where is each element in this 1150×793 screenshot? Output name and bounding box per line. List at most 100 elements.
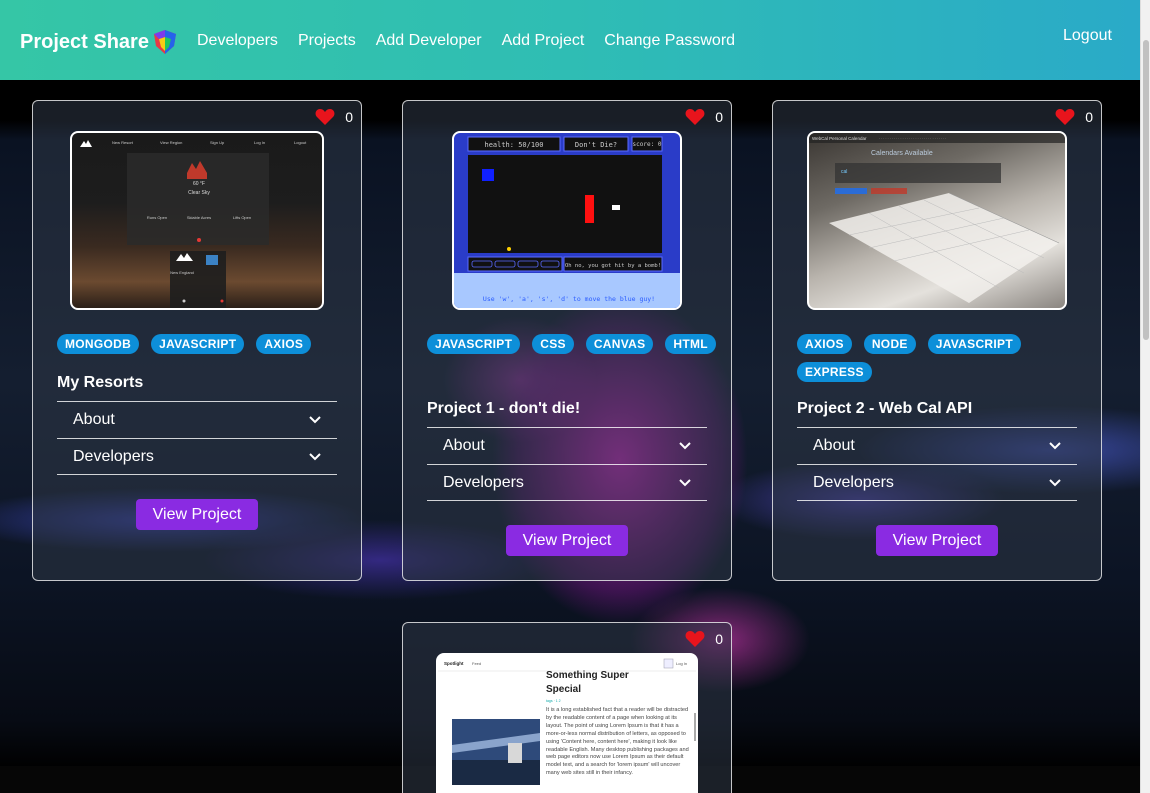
svg-text:View Region: View Region [160,140,182,145]
brand[interactable]: Project Share [20,29,177,55]
svg-text:New England: New England [170,270,194,275]
heart-icon[interactable] [685,630,705,648]
tag-list: AXIOS NODE JAVASCRIPT EXPRESS [797,334,1087,382]
nav-add-developer[interactable]: Add Developer [376,32,482,50]
navbar: Project Share Developers Projects Add De… [0,0,1140,80]
svg-text:New Resort: New Resort [112,140,134,145]
tag-badge: CSS [532,334,574,354]
like-count: 0 [715,631,723,647]
tag-badge: NODE [863,334,916,354]
chevron-down-icon [1049,442,1061,450]
heart-icon[interactable] [315,108,335,126]
project-accordion: About Developers [797,427,1077,501]
developers-label: Developers [443,473,524,491]
tag-badge: CANVAS [585,334,654,354]
about-toggle[interactable]: About [797,427,1077,464]
shield-logo-icon [153,30,176,54]
about-toggle[interactable]: About [427,427,707,464]
developers-label: Developers [73,447,154,465]
tag-badge: JAVASCRIPT [927,334,1021,354]
svg-text:· · · · · · · · · · · · · · ·: · · · · · · · · · · · · · · · · · · · · … [879,137,946,141]
svg-text:Don't Die?: Don't Die? [575,141,617,149]
tag-badge: JAVASCRIPT [151,334,245,354]
svg-text:Skiable Acres: Skiable Acres [187,215,211,220]
tag-badge: JAVASCRIPT [427,334,521,354]
thumbnail-image: New Resort View Region Sign Up Log In Lo… [80,140,307,308]
like-control[interactable]: 0 [685,630,723,648]
project-thumbnail[interactable]: Spotlight Feed Log In Something Super Sp… [436,653,698,793]
tag-badge: EXPRESS [797,362,872,382]
logout-link[interactable]: Logout [1063,27,1112,45]
project-accordion: About Developers [427,427,707,501]
svg-text:score: 0: score: 0 [633,141,662,148]
project-title: Project 2 - Web Cal API [797,400,973,417]
project-thumbnail[interactable]: New Resort View Region Sign Up Log In Lo… [70,131,324,310]
svg-text:WebCal Personal Calendar: WebCal Personal Calendar [812,136,867,141]
chevron-down-icon [309,452,321,460]
svg-text:Spotlight: Spotlight [444,661,464,666]
svg-text:Calendars Available: Calendars Available [871,150,933,157]
tag-badge: HTML [665,334,716,354]
svg-text:Logout: Logout [294,140,307,145]
project-accordion: About Developers [57,401,337,475]
view-project-button[interactable]: View Project [506,525,628,556]
nav-links: Developers Projects Add Developer Add Pr… [197,32,735,50]
svg-text:Lifts Open: Lifts Open [233,215,251,220]
like-control[interactable]: 0 [1055,108,1093,126]
tag-badge: MONGODB [57,334,140,354]
project-card: 0 New Resort View Region Sign Up Log In … [32,100,362,581]
thumbnail-image: WebCal Personal Calendar · · · · · · · ·… [809,133,1065,303]
svg-text:Something Super: Something Super [546,670,629,681]
scrollbar-thumb[interactable] [1143,40,1149,340]
view-project-button[interactable]: View Project [876,525,998,556]
project-title: Project 1 - don't die! [427,400,581,417]
developers-toggle[interactable]: Developers [797,464,1077,501]
project-card: 0 WebCal Personal Calendar · · · · · · ·… [772,100,1102,581]
tag-list: MONGODB JAVASCRIPT AXIOS [57,334,347,354]
svg-text:Sign Up: Sign Up [210,140,225,145]
like-count: 0 [1085,109,1093,125]
chevron-down-icon [309,416,321,424]
like-control[interactable]: 0 [685,108,723,126]
tag-list: JAVASCRIPT CSS CANVAS HTML [427,334,717,354]
svg-text:Feed: Feed [472,661,481,666]
like-count: 0 [715,109,723,125]
nav-developers[interactable]: Developers [197,32,278,50]
svg-text:tags · 1 2: tags · 1 2 [546,699,561,703]
like-control[interactable]: 0 [315,108,353,126]
chevron-down-icon [679,442,691,450]
project-card: 0 health: 50/100 Don't Die? score: 0 Oh … [402,100,732,581]
svg-text:Runs Open: Runs Open [147,215,167,220]
thumbnail-image: health: 50/100 Don't Die? score: 0 Oh no… [454,136,680,308]
thumbnail-image: Spotlight Feed Log In Something Super Sp… [438,658,696,785]
about-label: About [73,411,115,428]
tag-badge: AXIOS [797,334,852,354]
svg-text:Log In: Log In [676,661,687,666]
about-label: About [813,437,855,454]
page-scrollbar[interactable] [1140,0,1150,793]
nav-projects[interactable]: Projects [298,32,356,50]
svg-text:cal: cal [841,169,847,175]
developers-label: Developers [813,473,894,491]
brand-name[interactable]: Project Share [20,31,149,54]
about-label: About [443,437,485,454]
tag-badge: AXIOS [256,334,312,354]
svg-text:Clear Sky: Clear Sky [188,190,210,196]
project-thumbnail[interactable]: health: 50/100 Don't Die? score: 0 Oh no… [452,131,682,310]
heart-icon[interactable] [685,108,705,126]
svg-text:60 °F: 60 °F [193,181,205,187]
project-thumbnail[interactable]: WebCal Personal Calendar · · · · · · · ·… [807,131,1067,310]
project-card: 0 Spotlight Feed Log In Something Super … [402,622,732,793]
developers-toggle[interactable]: Developers [57,438,337,475]
heart-icon[interactable] [1055,108,1075,126]
nav-change-password[interactable]: Change Password [604,32,735,50]
chevron-down-icon [1049,478,1061,486]
view-project-button[interactable]: View Project [136,499,258,530]
like-count: 0 [345,109,353,125]
developers-toggle[interactable]: Developers [427,464,707,501]
nav-add-project[interactable]: Add Project [502,32,585,50]
svg-text:Log In: Log In [254,140,265,145]
svg-text:Use 'w', 'a', 's', 'd' to move: Use 'w', 'a', 's', 'd' to move the blue … [483,295,655,303]
about-toggle[interactable]: About [57,401,337,438]
svg-text:Oh no, you got hit by a bomb!: Oh no, you got hit by a bomb! [565,263,661,269]
